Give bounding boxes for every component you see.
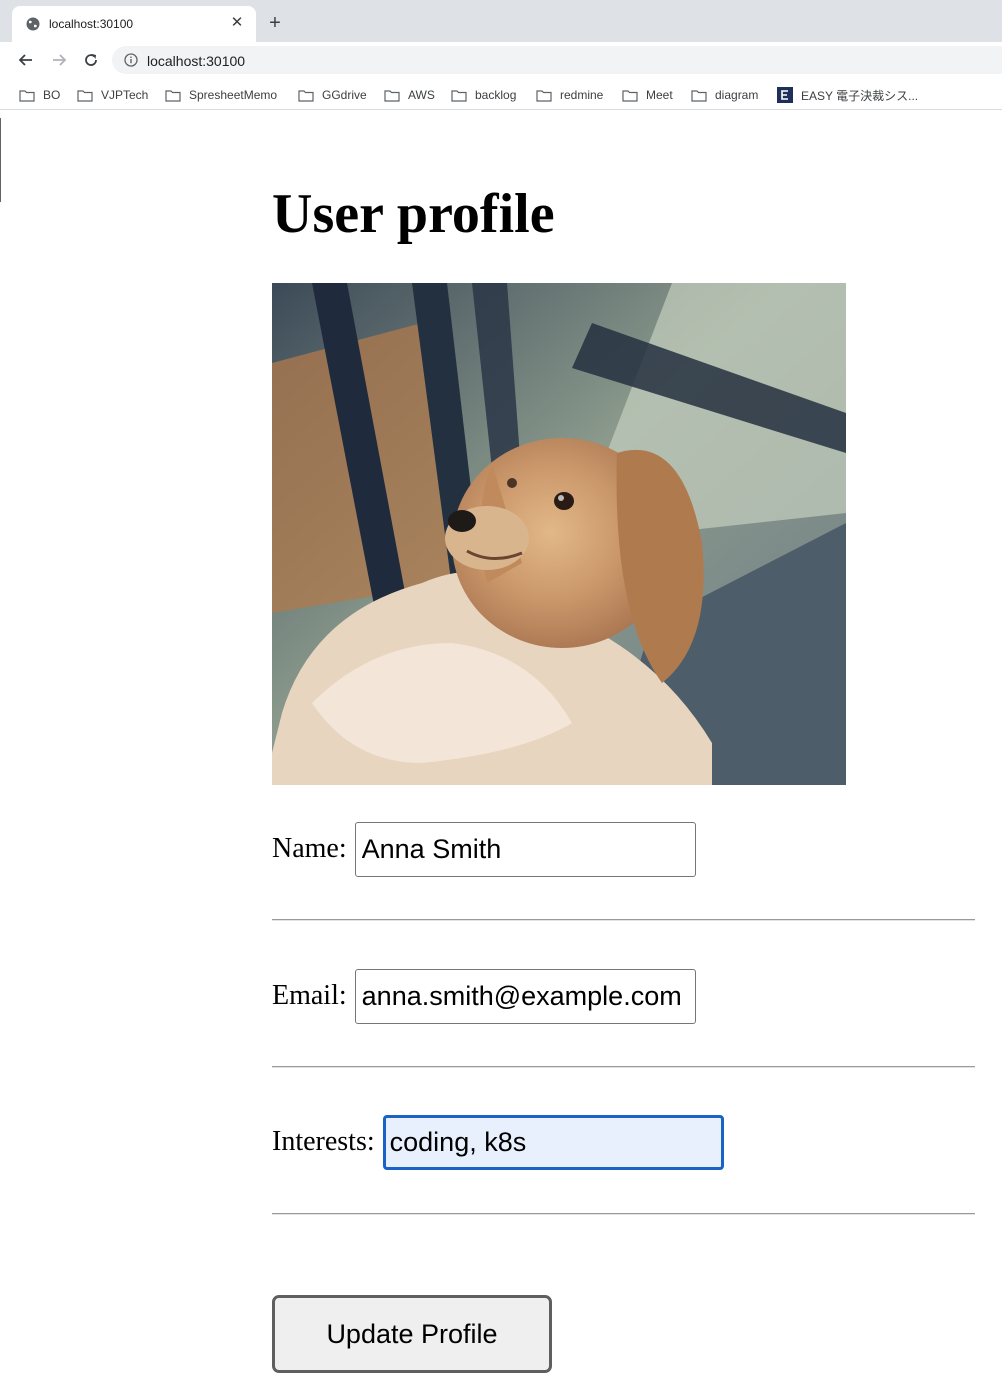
name-input[interactable] xyxy=(354,821,696,877)
folder-icon xyxy=(19,89,35,102)
email-input[interactable] xyxy=(354,968,696,1024)
folder-icon xyxy=(298,89,314,102)
name-label: Name: xyxy=(272,833,347,864)
email-row: Email: xyxy=(272,968,696,1024)
globe-icon xyxy=(26,17,40,31)
page-edge-marker xyxy=(0,118,1,202)
bookmark-label: diagram xyxy=(715,88,759,102)
interests-row: Interests: xyxy=(272,1114,724,1170)
bookmark-redmine[interactable]: redmine xyxy=(536,86,603,104)
easy-logo-icon xyxy=(777,87,793,103)
email-label: Email: xyxy=(272,980,347,1011)
profile-photo xyxy=(272,283,846,785)
bookmark-label: AWS xyxy=(408,88,435,102)
bookmark-label: redmine xyxy=(560,88,604,102)
bookmark-aws[interactable]: AWS xyxy=(384,86,435,104)
bookmark-ggdrive[interactable]: GGdrive xyxy=(298,86,367,104)
bookmark-label: EASY 電子決裁シス... xyxy=(801,88,919,103)
interests-label: Interests: xyxy=(272,1126,375,1157)
folder-icon xyxy=(691,89,707,102)
interests-input[interactable] xyxy=(382,1114,724,1170)
bookmark-label: BO xyxy=(43,88,61,102)
bookmark-spresheetmemo[interactable]: SpresheetMemo xyxy=(165,86,277,104)
update-profile-button[interactable]: Update Profile xyxy=(272,1295,552,1373)
bookmark-vjptech[interactable]: VJPTech xyxy=(77,86,148,104)
reload-icon[interactable] xyxy=(81,50,101,70)
bookmark-easy[interactable]: EASY 電子決裁シス... xyxy=(777,86,918,104)
bookmarks-bar: BO VJPTech SpresheetMemo GGdrive AWS bac… xyxy=(0,78,1002,110)
browser-tab[interactable]: localhost:30100 ✕ xyxy=(12,6,256,42)
bookmark-diagram[interactable]: diagram xyxy=(691,86,758,104)
url-text: localhost:30100 xyxy=(147,53,246,69)
folder-icon xyxy=(451,89,467,102)
folder-icon xyxy=(77,89,93,102)
bookmark-label: GGdrive xyxy=(322,88,367,102)
folder-icon xyxy=(165,89,181,102)
bookmark-meet[interactable]: Meet xyxy=(622,86,673,104)
folder-icon xyxy=(622,89,638,102)
bookmark-label: Meet xyxy=(646,88,673,102)
address-bar[interactable]: localhost:30100 xyxy=(112,46,1002,74)
bookmark-backlog[interactable]: backlog xyxy=(451,86,516,104)
name-row: Name: xyxy=(272,821,696,877)
bookmark-bo[interactable]: BO xyxy=(19,86,60,104)
divider xyxy=(272,919,975,921)
bookmark-label: SpresheetMemo xyxy=(189,88,278,102)
tab-title: localhost:30100 xyxy=(49,17,134,31)
folder-icon xyxy=(536,89,552,102)
divider xyxy=(272,1213,975,1215)
divider xyxy=(272,1066,975,1068)
close-icon[interactable]: ✕ xyxy=(228,14,246,32)
folder-icon xyxy=(384,89,400,102)
forward-arrow-icon[interactable] xyxy=(49,50,69,70)
info-icon[interactable] xyxy=(124,53,138,67)
page-title: User profile xyxy=(272,183,555,245)
tab-strip: localhost:30100 ✕ + xyxy=(0,0,1002,42)
bookmark-label: backlog xyxy=(475,88,517,102)
browser-toolbar: localhost:30100 xyxy=(0,42,1002,78)
bookmark-label: VJPTech xyxy=(101,88,149,102)
back-arrow-icon[interactable] xyxy=(16,50,36,70)
new-tab-icon[interactable]: + xyxy=(264,12,286,34)
